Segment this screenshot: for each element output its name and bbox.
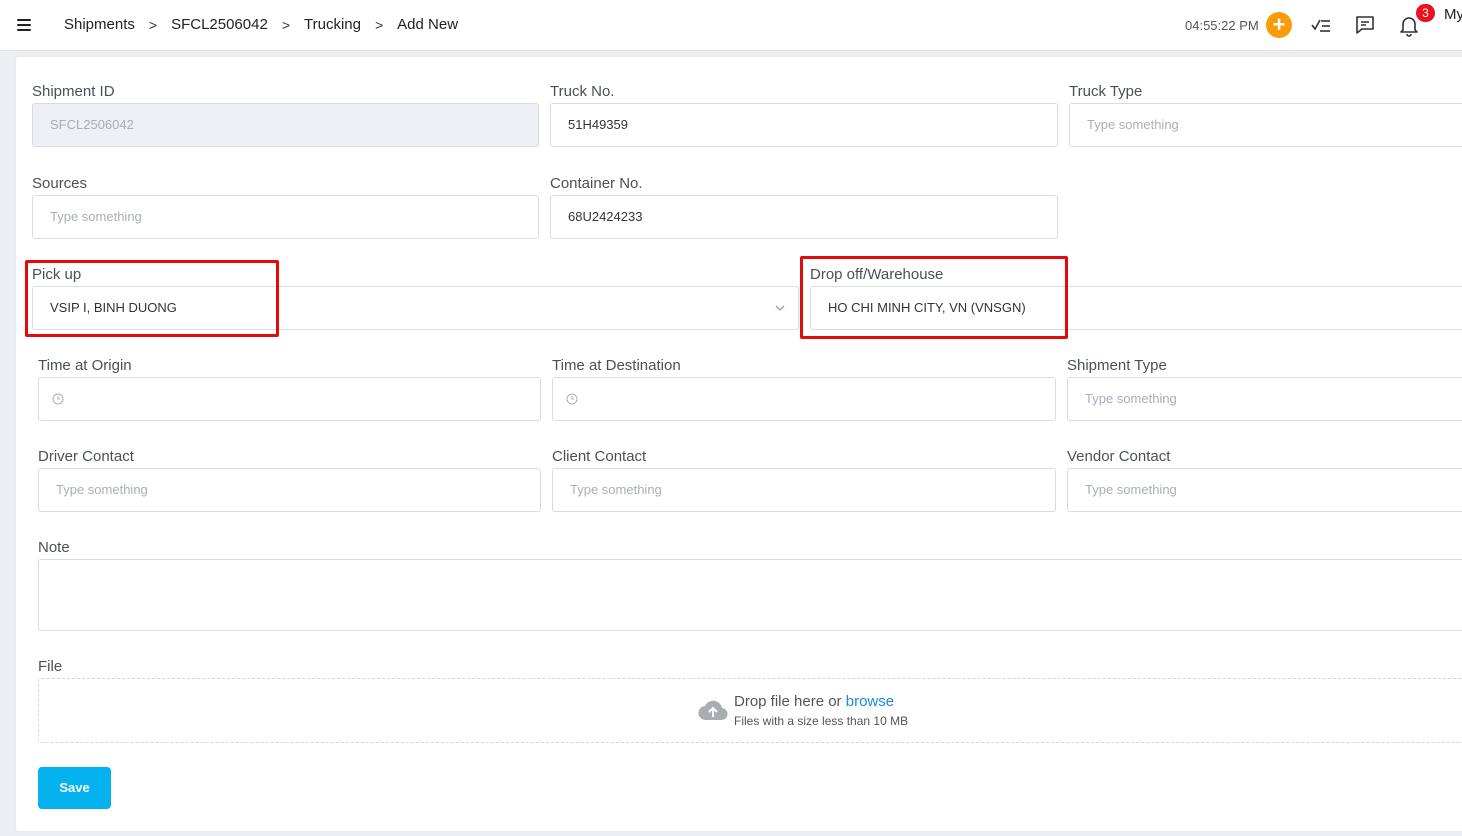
container-no-label: Container No. [550, 175, 643, 192]
shipment-id-field: SFCL2506042 [32, 103, 539, 147]
driver-contact-field[interactable]: Type something [38, 468, 541, 512]
notification-badge: 3 [1416, 4, 1435, 22]
truck-type-label: Truck Type [1069, 83, 1143, 100]
drop-off-select[interactable]: HO CHI MINH CITY, VN (VNSGN) [810, 286, 1462, 330]
menu-icon[interactable] [17, 19, 31, 31]
dropzone-text: Drop file here or browse [734, 693, 894, 710]
quick-add-button[interactable]: + [1266, 12, 1292, 38]
shipment-type-field[interactable]: Type something [1067, 377, 1462, 421]
truck-no-label: Truck No. [550, 83, 615, 100]
shipment-type-placeholder: Type something [1085, 391, 1177, 406]
pick-up-value: VSIP I, BINH DUONG [50, 300, 177, 315]
truck-type-field[interactable]: Type something [1069, 103, 1462, 147]
client-contact-label: Client Contact [552, 448, 647, 465]
sources-field[interactable]: Type something [32, 195, 539, 239]
clock-icon [566, 393, 578, 405]
user-menu[interactable]: My [1444, 6, 1462, 23]
note-textarea[interactable] [38, 559, 1462, 631]
truck-no-field[interactable]: 51H49359 [550, 103, 1058, 147]
note-label: Note [38, 539, 70, 556]
chat-icon[interactable] [1353, 13, 1377, 37]
time-destination-label: Time at Destination [552, 357, 681, 374]
breadcrumb-separator: > [148, 16, 158, 33]
chevron-down-icon [775, 305, 785, 311]
shipment-id-label: Shipment ID [32, 83, 115, 100]
time-origin-label: Time at Origin [38, 357, 132, 374]
driver-contact-label: Driver Contact [38, 448, 134, 465]
top-bar: Shipments > SFCL2506042 > Trucking > Add… [0, 0, 1462, 51]
client-contact-placeholder: Type something [570, 482, 662, 497]
drop-file-text: Drop file here or [734, 693, 842, 710]
clock-icon [52, 393, 64, 405]
browse-link[interactable]: browse [846, 693, 894, 710]
pick-up-select[interactable]: VSIP I, BINH DUONG [32, 286, 799, 330]
save-button[interactable]: Save [38, 767, 111, 809]
current-time: 04:55:22 PM [1185, 18, 1259, 33]
breadcrumb: Shipments > SFCL2506042 > Trucking > Add… [64, 16, 458, 33]
breadcrumb-trucking[interactable]: Trucking [304, 16, 361, 33]
breadcrumb-shipment-id[interactable]: SFCL2506042 [171, 16, 268, 33]
drop-off-value: HO CHI MINH CITY, VN (VNSGN) [828, 300, 1026, 315]
pick-up-label: Pick up [32, 266, 82, 283]
breadcrumb-separator: > [281, 16, 290, 33]
file-size-hint: Files with a size less than 10 MB [734, 714, 909, 728]
file-dropzone[interactable]: Drop file here or browse Files with a si… [38, 678, 1462, 743]
vendor-contact-label: Vendor Contact [1067, 448, 1171, 465]
breadcrumb-shipments[interactable]: Shipments [64, 16, 135, 33]
driver-contact-placeholder: Type something [56, 482, 148, 497]
drop-off-label: Drop off/Warehouse [810, 266, 944, 283]
shipment-type-label: Shipment Type [1067, 357, 1167, 374]
vendor-contact-placeholder: Type something [1085, 482, 1177, 497]
sources-placeholder: Type something [50, 209, 142, 224]
time-origin-field[interactable] [38, 377, 541, 421]
checklist-icon[interactable] [1309, 13, 1333, 37]
breadcrumb-add-new: Add New [397, 16, 459, 33]
vendor-contact-field[interactable]: Type something [1067, 468, 1462, 512]
breadcrumb-separator: > [374, 16, 384, 33]
file-label: File [38, 658, 63, 675]
container-no-field[interactable]: 68U2424233 [550, 195, 1058, 239]
cloud-upload-icon [698, 700, 728, 721]
time-destination-field[interactable] [552, 377, 1056, 421]
truck-type-placeholder: Type something [1087, 117, 1179, 132]
sources-label: Sources [32, 175, 88, 192]
client-contact-field[interactable]: Type something [552, 468, 1056, 512]
